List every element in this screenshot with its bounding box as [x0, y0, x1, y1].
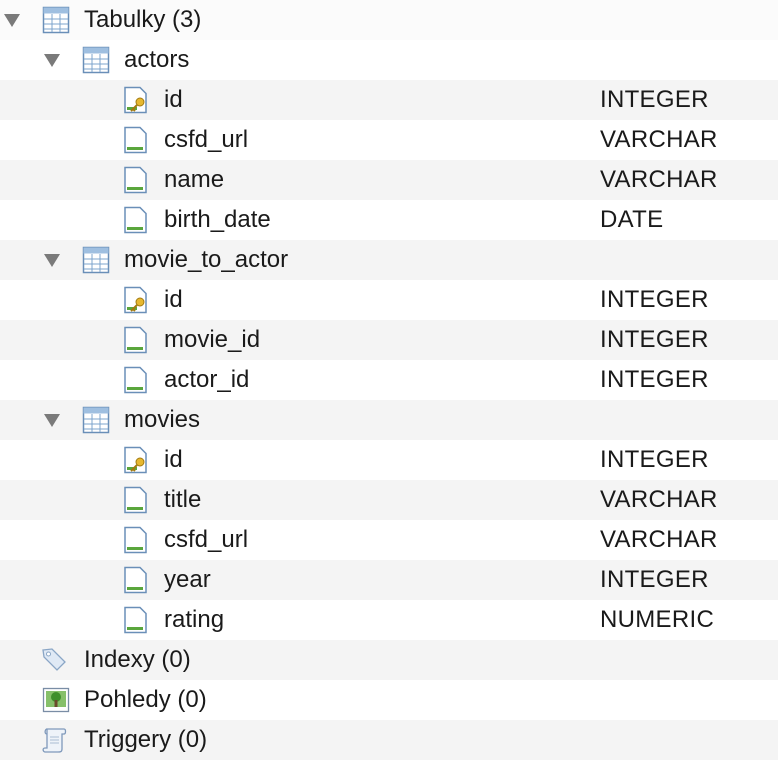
tree-node-column[interactable]: csfd_url VARCHAR: [0, 520, 778, 560]
primary-key-column-icon: [122, 86, 150, 114]
column-icon: [122, 366, 150, 394]
tree-node-column[interactable]: actor_id INTEGER: [0, 360, 778, 400]
tree-node-table-movie-to-actor[interactable]: movie_to_actor: [0, 240, 778, 280]
table-name: actors: [124, 46, 190, 73]
view-icon: [42, 686, 70, 714]
column-name: actor_id: [164, 366, 250, 393]
column-name: name: [164, 166, 225, 193]
column-type: VARCHAR: [600, 526, 718, 553]
column-name: csfd_url: [164, 126, 249, 153]
tree-node-triggers[interactable]: Triggery (0): [0, 720, 778, 760]
column-type: NUMERIC: [600, 606, 715, 633]
table-icon: [82, 246, 110, 274]
column-type: INTEGER: [600, 326, 709, 353]
column-name: rating: [164, 606, 225, 633]
disclosure-triangle-icon[interactable]: [44, 54, 60, 67]
tag-icon: [40, 646, 68, 674]
column-name: birth_date: [164, 206, 271, 233]
column-name: year: [164, 566, 211, 593]
column-icon: [122, 166, 150, 194]
table-name: movie_to_actor: [124, 246, 289, 273]
column-icon: [122, 126, 150, 154]
column-type: INTEGER: [600, 566, 709, 593]
tree-node-column[interactable]: year INTEGER: [0, 560, 778, 600]
column-type: INTEGER: [600, 366, 709, 393]
tree-node-column[interactable]: id INTEGER: [0, 440, 778, 480]
column-type: INTEGER: [600, 446, 709, 473]
tree-node-column[interactable]: rating NUMERIC: [0, 600, 778, 640]
column-type: VARCHAR: [600, 166, 718, 193]
column-type: VARCHAR: [600, 486, 718, 513]
table-icon: [42, 6, 70, 34]
tree-node-label: Tabulky (3): [84, 6, 202, 33]
tree-node-column[interactable]: title VARCHAR: [0, 480, 778, 520]
table-icon: [82, 406, 110, 434]
column-name: id: [164, 86, 183, 113]
table-icon: [82, 46, 110, 74]
column-type: INTEGER: [600, 286, 709, 313]
tree-node-views[interactable]: Pohledy (0): [0, 680, 778, 720]
column-type: INTEGER: [600, 86, 709, 113]
tree-node-column[interactable]: csfd_url VARCHAR: [0, 120, 778, 160]
tree-node-indexes[interactable]: Indexy (0): [0, 640, 778, 680]
tree-node-column[interactable]: birth_date DATE: [0, 200, 778, 240]
table-name: movies: [124, 406, 201, 433]
tree-node-label: Pohledy (0): [84, 686, 207, 713]
disclosure-triangle-icon[interactable]: [44, 254, 60, 267]
column-name: movie_id: [164, 326, 261, 353]
tree-node-label: Triggery (0): [84, 726, 208, 753]
column-name: title: [164, 486, 202, 513]
column-icon: [122, 326, 150, 354]
primary-key-column-icon: [122, 286, 150, 314]
column-name: id: [164, 446, 183, 473]
tree-node-column[interactable]: name VARCHAR: [0, 160, 778, 200]
tree-node-tables[interactable]: Tabulky (3): [0, 0, 778, 40]
column-type: DATE: [600, 206, 664, 233]
column-name: id: [164, 286, 183, 313]
column-icon: [122, 606, 150, 634]
column-icon: [122, 566, 150, 594]
tree-node-table-movies[interactable]: movies: [0, 400, 778, 440]
column-icon: [122, 486, 150, 514]
tree-node-label: Indexy (0): [84, 646, 191, 673]
column-type: VARCHAR: [600, 126, 718, 153]
column-name: csfd_url: [164, 526, 249, 553]
scroll-icon: [40, 726, 68, 754]
column-icon: [122, 526, 150, 554]
disclosure-triangle-icon[interactable]: [44, 414, 60, 427]
column-icon: [122, 206, 150, 234]
tree-node-table-actors[interactable]: actors: [0, 40, 778, 80]
tree-node-column[interactable]: id INTEGER: [0, 280, 778, 320]
primary-key-column-icon: [122, 446, 150, 474]
schema-tree: Tabulky (3) actors id INTEGER csfd_url V…: [0, 0, 778, 760]
tree-node-column[interactable]: movie_id INTEGER: [0, 320, 778, 360]
disclosure-triangle-icon[interactable]: [4, 14, 20, 27]
tree-node-column[interactable]: id INTEGER: [0, 80, 778, 120]
